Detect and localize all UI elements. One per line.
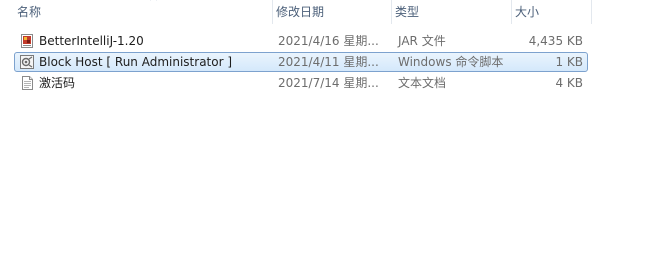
column-header-size-label: 大小: [515, 5, 540, 19]
file-row-betterintellij[interactable]: BetterIntelliJ-1.20 2021/4/16 星期... JAR …: [14, 31, 588, 51]
batch-script-icon: [20, 55, 34, 69]
file-type: 文本文档: [398, 76, 447, 90]
file-modified-date: 2021/7/14 星期...: [278, 76, 379, 90]
file-type: JAR 文件: [398, 34, 446, 48]
column-header-name[interactable]: 名称: [14, 0, 273, 24]
column-header-size[interactable]: 大小: [512, 0, 592, 24]
column-divider[interactable]: [591, 0, 592, 24]
file-list-view: 名称 修改日期 类型 大小 BetterIntelliJ-1.20 2021/4…: [0, 0, 659, 259]
file-modified-date: 2021/4/11 星期...: [278, 55, 379, 69]
column-header-modified-label: 修改日期: [276, 5, 325, 19]
file-name: Block Host [ Run Administrator ]: [39, 55, 233, 69]
column-header-row: 名称 修改日期 类型 大小: [0, 0, 659, 24]
file-modified-date: 2021/4/16 星期...: [278, 34, 379, 48]
column-header-name-label: 名称: [17, 5, 42, 19]
file-name: BetterIntelliJ-1.20: [39, 34, 144, 48]
file-size: 1 KB: [555, 55, 583, 69]
file-size: 4,435 KB: [528, 34, 583, 48]
file-size: 4 KB: [555, 76, 583, 90]
text-document-icon: [22, 76, 33, 90]
jar-file-icon: [21, 34, 33, 48]
column-header-modified[interactable]: 修改日期: [273, 0, 392, 24]
file-row-activation-code[interactable]: 激活码 2021/7/14 星期... 文本文档 4 KB: [14, 73, 588, 93]
sort-ascending-icon: [150, 0, 157, 1]
column-header-type-label: 类型: [395, 5, 420, 19]
file-row-block-host[interactable]: Block Host [ Run Administrator ] 2021/4/…: [14, 52, 588, 72]
file-type: Windows 命令脚本: [398, 55, 504, 69]
column-header-type[interactable]: 类型: [392, 0, 512, 24]
file-name: 激活码: [39, 76, 76, 90]
